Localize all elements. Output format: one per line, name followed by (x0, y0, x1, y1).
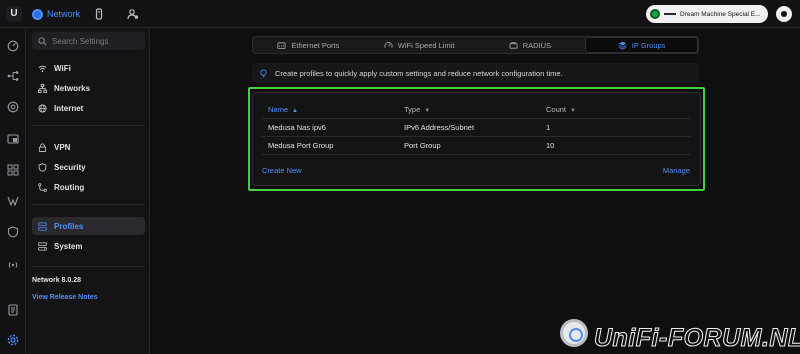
network-app-label: Network (47, 9, 81, 19)
main-content: Ethernet Ports WiFi Speed Limit RADIUS I… (151, 28, 800, 354)
ip-groups-icon (618, 41, 627, 50)
watermark-logo-icon (560, 319, 588, 347)
version-label: Network 8.0.28 (32, 277, 82, 284)
cell-type: IPv6 Address/Subnet (404, 123, 475, 132)
cell-name: Medusa Port Group (268, 141, 334, 150)
cell-name: Medusa Nas ipv6 (268, 123, 326, 132)
devices-icon[interactable] (7, 133, 19, 145)
sidebar-item-label: Networks (54, 83, 91, 93)
sidebar-item-networks[interactable]: Networks (32, 79, 145, 97)
chevron-down-icon: ▼ (570, 108, 576, 114)
table-row[interactable]: Medusa Port Group Port Group 10 (262, 137, 690, 155)
tab-radius[interactable]: RADIUS (475, 37, 586, 53)
sidebar-item-label: VPN (54, 142, 71, 152)
create-new-button[interactable]: Create New (262, 166, 302, 175)
lightbulb-icon (260, 68, 267, 78)
tab-label: RADIUS (522, 40, 552, 50)
release-notes-link[interactable]: View Release Notes (32, 294, 98, 301)
sidebar-item-label: Routing (54, 182, 85, 192)
sidebar-divider (32, 204, 145, 205)
topology-icon[interactable] (7, 70, 19, 82)
sidebar-item-label: WiFi (54, 63, 71, 73)
column-header-count[interactable]: Count ▼ (546, 105, 690, 114)
device-icon[interactable] (93, 8, 105, 20)
sidebar-divider (32, 266, 145, 267)
network-icon (32, 8, 43, 20)
device-selector[interactable]: Dream Machine Special E... (646, 5, 768, 23)
speed-icon (384, 41, 393, 48)
tab-wifi-speed-limit[interactable]: WiFi Speed Limit (364, 37, 475, 53)
target-icon[interactable] (7, 101, 19, 113)
routing-icon (38, 182, 47, 192)
networks-icon (38, 83, 47, 93)
chevron-down-icon: ▼ (424, 108, 431, 114)
manage-button[interactable]: Manage (663, 166, 690, 175)
watermark-text: UniFi-FORUM.NL (594, 324, 800, 353)
ethernet-icon (277, 41, 286, 49)
device-bar-icon (664, 13, 676, 15)
sidebar-item-label: Security (54, 162, 86, 172)
device-status-icon (650, 9, 660, 19)
search-box[interactable] (32, 32, 145, 50)
tab-label: WiFi Speed Limit (397, 40, 455, 50)
cell-count: 10 (546, 141, 555, 150)
globe-icon (38, 103, 47, 113)
table-row[interactable]: Medusa Nas ipv6 IPv6 Address/Subnet 1 (262, 119, 690, 137)
column-header-name[interactable]: Name ▲ (262, 105, 404, 114)
search-input[interactable] (52, 36, 142, 46)
system-icon (38, 241, 47, 251)
sidebar-item-label: System (54, 241, 83, 251)
clients-icon[interactable] (7, 164, 19, 176)
radius-icon (509, 41, 518, 49)
sidebar-item-routing[interactable]: Routing (32, 178, 145, 196)
notes-icon[interactable] (7, 304, 19, 316)
ubiquiti-logo-icon[interactable]: U (6, 6, 22, 22)
tab-label: Ethernet Ports (291, 40, 340, 50)
sidebar-item-vpn[interactable]: VPN (32, 138, 145, 156)
avatar[interactable] (776, 6, 792, 22)
settings-icon[interactable] (7, 334, 19, 346)
column-header-type[interactable]: Type ▼ (404, 105, 546, 114)
dashboard-icon[interactable] (7, 40, 19, 52)
ip-groups-table: Name ▲ Type ▼ Count ▼ Medusa Nas ipv6 IPv6 … (262, 101, 690, 155)
column-header-label: Name (268, 105, 289, 114)
column-header-label: Type (404, 105, 421, 114)
radio-icon[interactable] (7, 259, 19, 271)
card-footer: Create New Manage (262, 166, 690, 175)
tab-ip-groups[interactable]: IP Groups (585, 37, 698, 53)
sidebar-item-label: Internet (54, 103, 84, 113)
network-app-tab[interactable]: Network (32, 7, 80, 21)
profile-tabs: Ethernet Ports WiFi Speed Limit RADIUS I… (252, 36, 699, 54)
sidebar-item-label: Profiles (54, 221, 84, 231)
cell-type: Port Group (404, 141, 441, 150)
cell-count: 1 (546, 123, 551, 132)
top-bar: U Network Dream Machine Special E... (0, 0, 800, 28)
column-header-label: Count (546, 105, 567, 114)
vpn-icon (38, 143, 47, 152)
wifi-icon (38, 65, 47, 72)
sidebar-item-profiles[interactable]: Profiles (32, 217, 145, 235)
search-icon (38, 36, 47, 45)
security-icon (38, 162, 47, 172)
table-header: Name ▲ Type ▼ Count ▼ (262, 101, 690, 119)
sidebar-item-system[interactable]: System (32, 237, 145, 255)
ip-groups-card: Name ▲ Type ▼ Count ▼ Medusa Nas ipv6 IPv6 … (252, 92, 701, 186)
app-rail (0, 28, 26, 354)
shield-icon[interactable] (7, 226, 19, 238)
sidebar-item-wifi[interactable]: WiFi (32, 59, 145, 77)
sidebar-item-security[interactable]: Security (32, 158, 145, 176)
banner-text: Create profiles to quickly apply custom … (275, 68, 563, 78)
info-banner: Create profiles to quickly apply custom … (252, 63, 699, 83)
user-settings-icon[interactable] (127, 8, 139, 20)
profiles-icon (38, 221, 47, 231)
tab-ethernet-ports[interactable]: Ethernet Ports (253, 37, 364, 53)
sidebar-item-internet[interactable]: Internet (32, 99, 145, 117)
device-name: Dream Machine Special E... (680, 10, 761, 18)
insights-icon[interactable] (7, 195, 19, 207)
sort-up-icon: ▲ (292, 108, 298, 114)
settings-sidebar: WiFi Networks Internet VPN Security Rout… (26, 28, 150, 354)
tab-label: IP Groups (631, 40, 666, 50)
sidebar-divider (32, 125, 145, 126)
